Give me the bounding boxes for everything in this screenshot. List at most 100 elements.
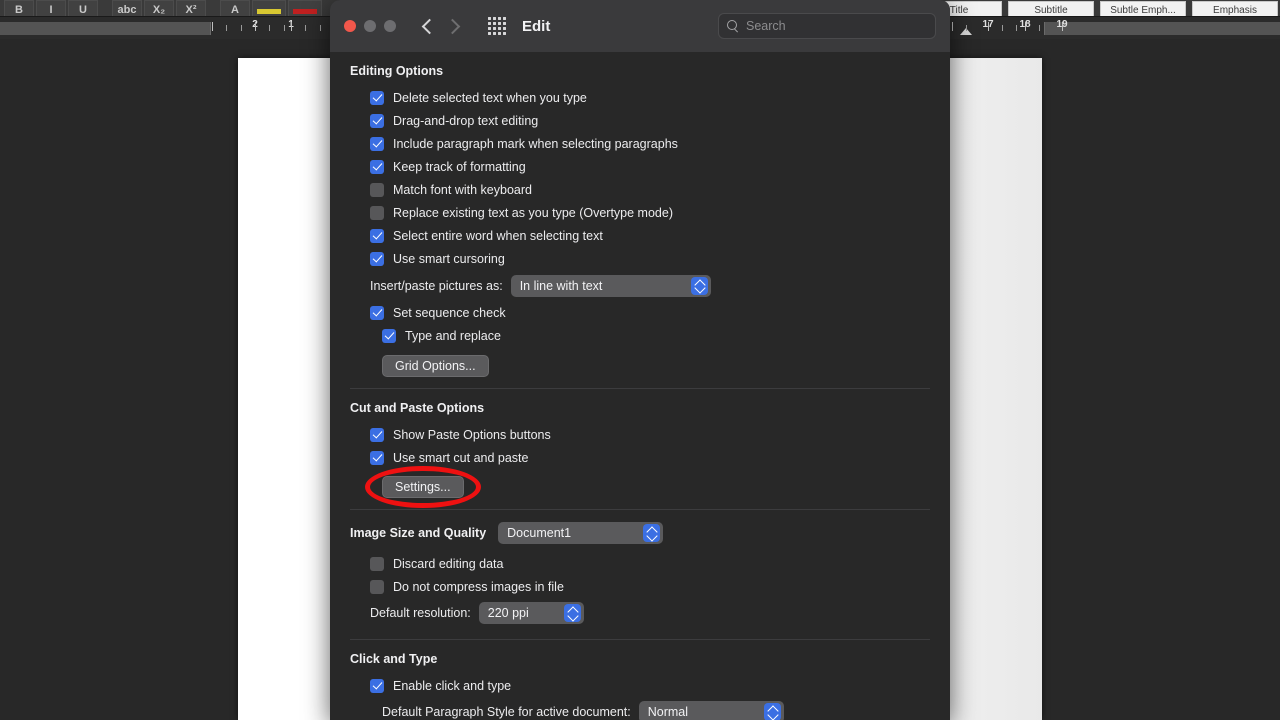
chevron-updown-icon-paragraph-style[interactable] bbox=[763, 703, 781, 720]
checkbox-discard-editing-data[interactable] bbox=[370, 556, 384, 571]
label-match-font-keyboard: Match font with keyboard bbox=[393, 182, 532, 197]
checkbox-smart-cursoring[interactable] bbox=[370, 251, 384, 266]
section-title-click-and-type: Click and Type bbox=[350, 652, 438, 666]
checkbox-row-delete-selected-text[interactable]: Delete selected text when you type bbox=[350, 86, 930, 109]
settings-button-wrapper: Settings... bbox=[365, 466, 481, 508]
checkbox-row-match-font-keyboard[interactable]: Match font with keyboard bbox=[350, 178, 930, 201]
checkbox-row-do-not-compress[interactable]: Do not compress images in file bbox=[350, 575, 930, 598]
dialog-title: Edit bbox=[522, 17, 551, 35]
checkbox-row-discard-editing-data[interactable]: Discard editing data bbox=[350, 552, 930, 575]
row-default-paragraph-style: Default Paragraph Style for active docum… bbox=[350, 697, 930, 720]
section-click-and-type: Click and Type Enable click and type Def… bbox=[350, 639, 930, 720]
checkbox-row-overtype-mode[interactable]: Replace existing text as you type (Overt… bbox=[350, 201, 930, 224]
select-value-default-paragraph-style: Normal bbox=[647, 705, 689, 719]
select-default-resolution[interactable]: 220 ppi bbox=[478, 602, 584, 624]
subscript-button[interactable]: X₂ bbox=[144, 0, 174, 16]
label-keep-track-formatting: Keep track of formatting bbox=[393, 159, 526, 174]
edit-preferences-dialog: Edit Search Editing Options Delete selec… bbox=[330, 0, 950, 720]
checkbox-overtype-mode[interactable] bbox=[370, 205, 384, 220]
chevron-updown-icon-resolution[interactable] bbox=[563, 604, 581, 622]
search-placeholder: Search bbox=[746, 19, 786, 33]
checkbox-row-select-entire-word[interactable]: Select entire word when selecting text bbox=[350, 224, 930, 247]
checkbox-delete-selected-text[interactable] bbox=[370, 90, 384, 105]
forward-arrow-icon[interactable] bbox=[446, 18, 462, 34]
checkbox-row-drag-and-drop[interactable]: Drag-and-drop text editing bbox=[350, 109, 930, 132]
chevron-updown-icon-document[interactable] bbox=[643, 524, 661, 542]
checkbox-row-include-paragraph-mark[interactable]: Include paragraph mark when selecting pa… bbox=[350, 132, 930, 155]
zoom-button[interactable] bbox=[384, 20, 396, 32]
label-insert-paste-pictures: Insert/paste pictures as: bbox=[370, 278, 503, 293]
section-cut-and-paste-options: Cut and Paste Options Show Paste Options… bbox=[350, 388, 930, 509]
checkbox-enable-click-and-type[interactable] bbox=[370, 678, 384, 693]
section-image-size-and-quality: Image Size and Quality Document1 Discard… bbox=[350, 509, 930, 639]
label-delete-selected-text: Delete selected text when you type bbox=[393, 90, 587, 105]
search-icon bbox=[727, 20, 739, 32]
checkbox-type-and-replace[interactable] bbox=[382, 328, 396, 343]
section-title-editing-options: Editing Options bbox=[350, 64, 444, 78]
chevron-updown-icon[interactable] bbox=[690, 276, 708, 295]
checkbox-match-font-keyboard[interactable] bbox=[370, 182, 384, 197]
ruler-number-17: 17 bbox=[982, 19, 994, 30]
ruler-number-18: 18 bbox=[1019, 19, 1031, 30]
checkbox-drag-and-drop[interactable] bbox=[370, 113, 384, 128]
select-value-default-resolution: 220 ppi bbox=[487, 606, 529, 620]
window-controls bbox=[344, 20, 396, 32]
dialog-titlebar[interactable]: Edit Search bbox=[330, 0, 950, 52]
row-grid-options: Grid Options... bbox=[350, 355, 930, 377]
superscript-button[interactable]: X² bbox=[176, 0, 206, 16]
label-do-not-compress: Do not compress images in file bbox=[393, 579, 564, 594]
text-color-button[interactable] bbox=[288, 0, 322, 16]
back-arrow-icon[interactable] bbox=[420, 18, 436, 34]
checkbox-row-keep-track-formatting[interactable]: Keep track of formatting bbox=[350, 155, 930, 178]
checkbox-show-paste-options[interactable] bbox=[370, 427, 384, 442]
checkbox-do-not-compress[interactable] bbox=[370, 579, 384, 594]
label-drag-and-drop: Drag-and-drop text editing bbox=[393, 113, 539, 128]
style-gallery: Title Subtitle Subtle Emph... Emphasis bbox=[916, 1, 1280, 16]
checkbox-row-enable-click-and-type[interactable]: Enable click and type bbox=[350, 674, 930, 697]
navigation-arrows bbox=[420, 18, 462, 34]
checkbox-row-smart-cut-paste[interactable]: Use smart cut and paste bbox=[350, 446, 930, 469]
checkbox-row-show-paste-options[interactable]: Show Paste Options buttons bbox=[350, 423, 930, 446]
italic-button[interactable]: I bbox=[36, 0, 66, 16]
checkbox-row-smart-cursoring[interactable]: Use smart cursoring bbox=[350, 247, 930, 270]
checkbox-set-sequence-check[interactable] bbox=[370, 305, 384, 320]
label-default-resolution: Default resolution: bbox=[370, 606, 471, 620]
label-select-entire-word: Select entire word when selecting text bbox=[393, 228, 603, 243]
highlight-color-button[interactable] bbox=[252, 0, 286, 16]
minimize-button[interactable] bbox=[364, 20, 376, 32]
checkbox-row-set-sequence-check[interactable]: Set sequence check bbox=[350, 301, 930, 324]
checkbox-smart-cut-paste[interactable] bbox=[370, 450, 384, 465]
select-value-document-scope: Document1 bbox=[507, 526, 572, 540]
underline-button[interactable]: U bbox=[68, 0, 98, 16]
checkbox-row-type-and-replace[interactable]: Type and replace bbox=[350, 324, 930, 347]
close-button[interactable] bbox=[344, 20, 356, 32]
header-image-size-and-quality: Image Size and Quality Document1 bbox=[350, 522, 930, 544]
checkbox-keep-track-formatting[interactable] bbox=[370, 159, 384, 174]
select-document-scope[interactable]: Document1 bbox=[498, 522, 664, 544]
style-subtle-emphasis[interactable]: Subtle Emph... bbox=[1100, 1, 1186, 16]
checkbox-select-entire-word[interactable] bbox=[370, 228, 384, 243]
checkbox-include-paragraph-mark[interactable] bbox=[370, 136, 384, 151]
search-field[interactable]: Search bbox=[718, 13, 936, 39]
bold-button[interactable]: B bbox=[4, 0, 34, 16]
row-default-resolution: Default resolution: 220 ppi bbox=[350, 598, 930, 628]
font-color-button[interactable]: A bbox=[220, 0, 250, 16]
dialog-body: Editing Options Delete selected text whe… bbox=[330, 52, 950, 720]
label-set-sequence-check: Set sequence check bbox=[393, 305, 506, 320]
row-insert-paste-pictures: Insert/paste pictures as: In line with t… bbox=[350, 270, 930, 301]
label-type-and-replace: Type and replace bbox=[405, 328, 501, 343]
style-subtitle[interactable]: Subtitle bbox=[1008, 1, 1094, 16]
style-emphasis[interactable]: Emphasis bbox=[1192, 1, 1278, 16]
label-smart-cursoring: Use smart cursoring bbox=[393, 251, 505, 266]
select-default-paragraph-style[interactable]: Normal bbox=[638, 701, 784, 720]
label-default-paragraph-style: Default Paragraph Style for active docum… bbox=[382, 705, 631, 719]
select-insert-paste-pictures[interactable]: In line with text bbox=[510, 274, 711, 297]
settings-button[interactable]: Settings... bbox=[382, 476, 464, 498]
section-title-cut-and-paste: Cut and Paste Options bbox=[350, 401, 485, 415]
strikethrough-button[interactable]: abc bbox=[112, 0, 142, 16]
show-all-preferences-grid-icon[interactable] bbox=[488, 17, 506, 35]
grid-options-button[interactable]: Grid Options... bbox=[382, 355, 489, 377]
ribbon-font-group: B I U abc X₂ X² A bbox=[0, 0, 322, 16]
ruler-number-19: 19 bbox=[1056, 19, 1068, 30]
label-include-paragraph-mark: Include paragraph mark when selecting pa… bbox=[393, 136, 678, 151]
